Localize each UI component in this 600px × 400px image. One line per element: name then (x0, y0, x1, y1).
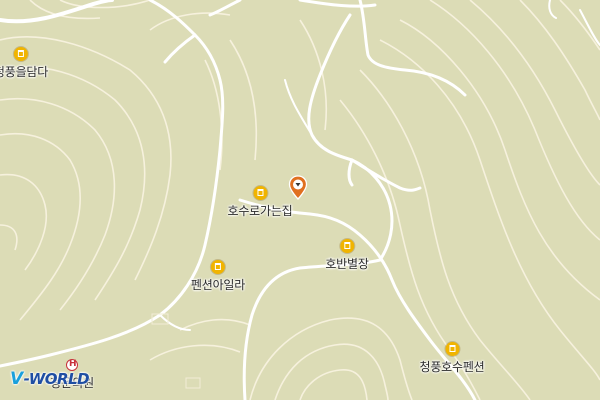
logo-text: -WORLD (23, 370, 90, 388)
poi-label: 호수로가는집 (227, 204, 293, 218)
poi-label: 청풍호수펜션 (419, 360, 485, 374)
map-view[interactable]: 청풍을담다 호수로가는집 호반별장 펜션아일라 청풍호수펜션 청운의원 V-WO… (0, 0, 600, 400)
poi-cheongpung-hosu-pension[interactable]: 청풍호수펜션 (419, 342, 485, 375)
building-icon (210, 260, 225, 274)
location-pin-icon[interactable] (288, 175, 308, 201)
vworld-logo: V -WORLD (10, 369, 90, 389)
poi-label: 펜션아일라 (190, 278, 246, 292)
building-icon (340, 239, 354, 253)
logo-prefix: V (10, 369, 23, 389)
poi-hosuro-ganeunjip[interactable]: 호수로가는집 (227, 186, 293, 219)
building-icon (252, 186, 267, 200)
poi-cheongpung-eulamda[interactable]: 청풍을담다 (0, 47, 48, 80)
poi-pension-aila[interactable]: 펜션아일라 (191, 260, 245, 293)
building-icon (13, 47, 28, 61)
poi-label: 청풍을담다 (0, 65, 49, 79)
poi-label: 호반별장 (325, 257, 369, 271)
poi-hoban-byeoljang[interactable]: 호반별장 (325, 239, 369, 272)
building-icon (444, 342, 459, 356)
